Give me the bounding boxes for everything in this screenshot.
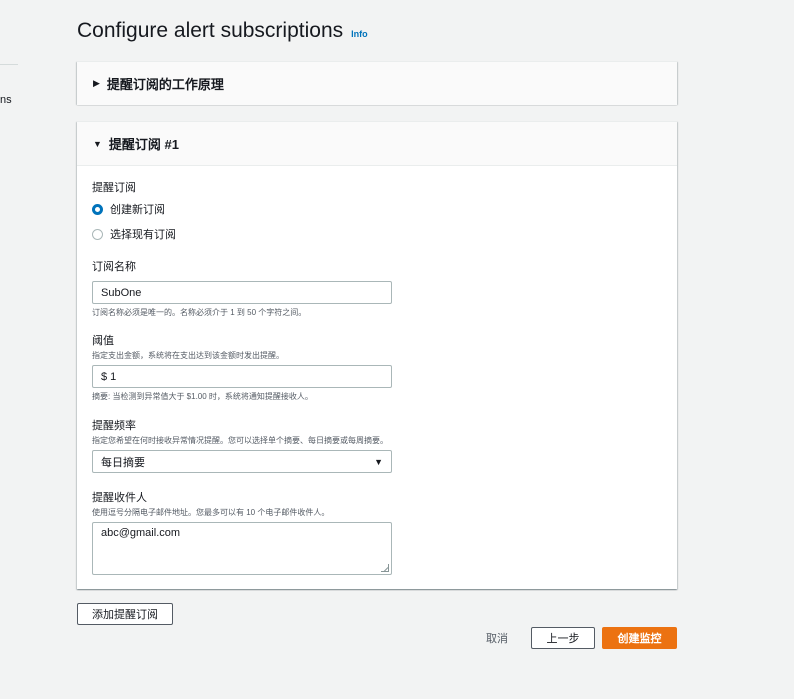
radio-option-create-new[interactable]: 创建新订阅 bbox=[92, 201, 176, 217]
subscription-type-group: 提醒订阅 创建新订阅 选择现有订阅 bbox=[92, 179, 176, 242]
subscription-panel: ▼ 提醒订阅 #1 提醒订阅 创建新订阅 选择现有订阅 订阅名称 SubOne … bbox=[77, 121, 677, 589]
resize-handle-icon[interactable] bbox=[381, 564, 389, 572]
threshold-group: 阈值 指定支出金额，系统将在支出达到该金额时发出提醒。 $ 1 摘要: 当检测到… bbox=[92, 332, 392, 402]
caret-down-icon: ▼ bbox=[93, 138, 102, 149]
dropdown-arrow-icon: ▼ bbox=[374, 456, 383, 467]
frequency-group: 提醒频率 指定您希望在何时接收异常情况提醒。您可以选择单个摘要、每日摘要或每周摘… bbox=[92, 417, 392, 473]
page-heading: Configure alert subscriptions Info bbox=[77, 19, 368, 43]
left-nav-divider bbox=[0, 64, 18, 65]
recipients-description: 使用逗号分隔电子邮件地址。您最多可以有 10 个电子邮件收件人。 bbox=[92, 508, 330, 517]
page: ns Configure alert subscriptions Info ▶ … bbox=[0, 0, 794, 699]
caret-right-icon: ▶ bbox=[93, 78, 100, 88]
create-monitor-button[interactable]: 创建监控 bbox=[602, 627, 677, 649]
threshold-description: 指定支出金额，系统将在支出达到该金额时发出提醒。 bbox=[92, 351, 284, 360]
threshold-label: 阈值 bbox=[92, 335, 114, 347]
previous-button[interactable]: 上一步 bbox=[531, 627, 595, 649]
add-subscription-button[interactable]: 添加提醒订阅 bbox=[77, 603, 173, 625]
frequency-selected-value: 每日摘要 bbox=[101, 456, 145, 469]
radio-button-unselected[interactable] bbox=[92, 228, 103, 240]
threshold-input[interactable]: $ 1 bbox=[92, 365, 392, 388]
recipients-textarea[interactable]: abc@gmail.com bbox=[92, 522, 392, 575]
subscription-name-hint: 订阅名称必须是唯一的。名称必须介于 1 到 50 个字符之间。 bbox=[92, 308, 307, 317]
subscription-name-input[interactable]: SubOne bbox=[92, 281, 392, 304]
cancel-button[interactable]: 取消 bbox=[480, 627, 514, 649]
how-it-works-title: 提醒订阅的工作原理 bbox=[106, 77, 224, 92]
recipients-group: 提醒收件人 使用逗号分隔电子邮件地址。您最多可以有 10 个电子邮件收件人。 a… bbox=[92, 489, 392, 575]
frequency-description: 指定您希望在何时接收异常情况提醒。您可以选择单个摘要、每日摘要或每周摘要。 bbox=[92, 436, 388, 445]
recipients-value: abc@gmail.com bbox=[101, 527, 181, 539]
threshold-summary: 摘要: 当检测到异常值大于 $1.00 时，系统将通知提醒接收人。 bbox=[92, 392, 313, 401]
subscription-toggle[interactable]: ▼ 提醒订阅 #1 bbox=[77, 122, 677, 166]
recipients-label: 提醒收件人 bbox=[92, 492, 147, 504]
subscription-title: 提醒订阅 #1 bbox=[108, 137, 179, 152]
radio-button-selected[interactable] bbox=[92, 203, 103, 215]
page-title: Configure alert subscriptions bbox=[77, 19, 344, 42]
subscription-type-label: 提醒订阅 bbox=[92, 182, 136, 194]
radio-option-existing[interactable]: 选择现有订阅 bbox=[92, 226, 176, 242]
info-link[interactable]: Info bbox=[351, 29, 368, 39]
how-it-works-toggle[interactable]: ▶ 提醒订阅的工作原理 bbox=[77, 62, 677, 105]
frequency-select[interactable]: 每日摘要 ▼ bbox=[92, 450, 392, 473]
radio-label-existing: 选择现有订阅 bbox=[110, 229, 176, 241]
how-it-works-panel: ▶ 提醒订阅的工作原理 bbox=[77, 61, 677, 105]
frequency-label: 提醒频率 bbox=[92, 420, 136, 432]
subscription-name-label: 订阅名称 bbox=[92, 261, 136, 273]
subscription-name-group: 订阅名称 SubOne 订阅名称必须是唯一的。名称必须介于 1 到 50 个字符… bbox=[92, 258, 392, 318]
radio-label-create-new: 创建新订阅 bbox=[110, 204, 165, 216]
left-nav-item-fragment[interactable]: ns bbox=[0, 94, 12, 106]
